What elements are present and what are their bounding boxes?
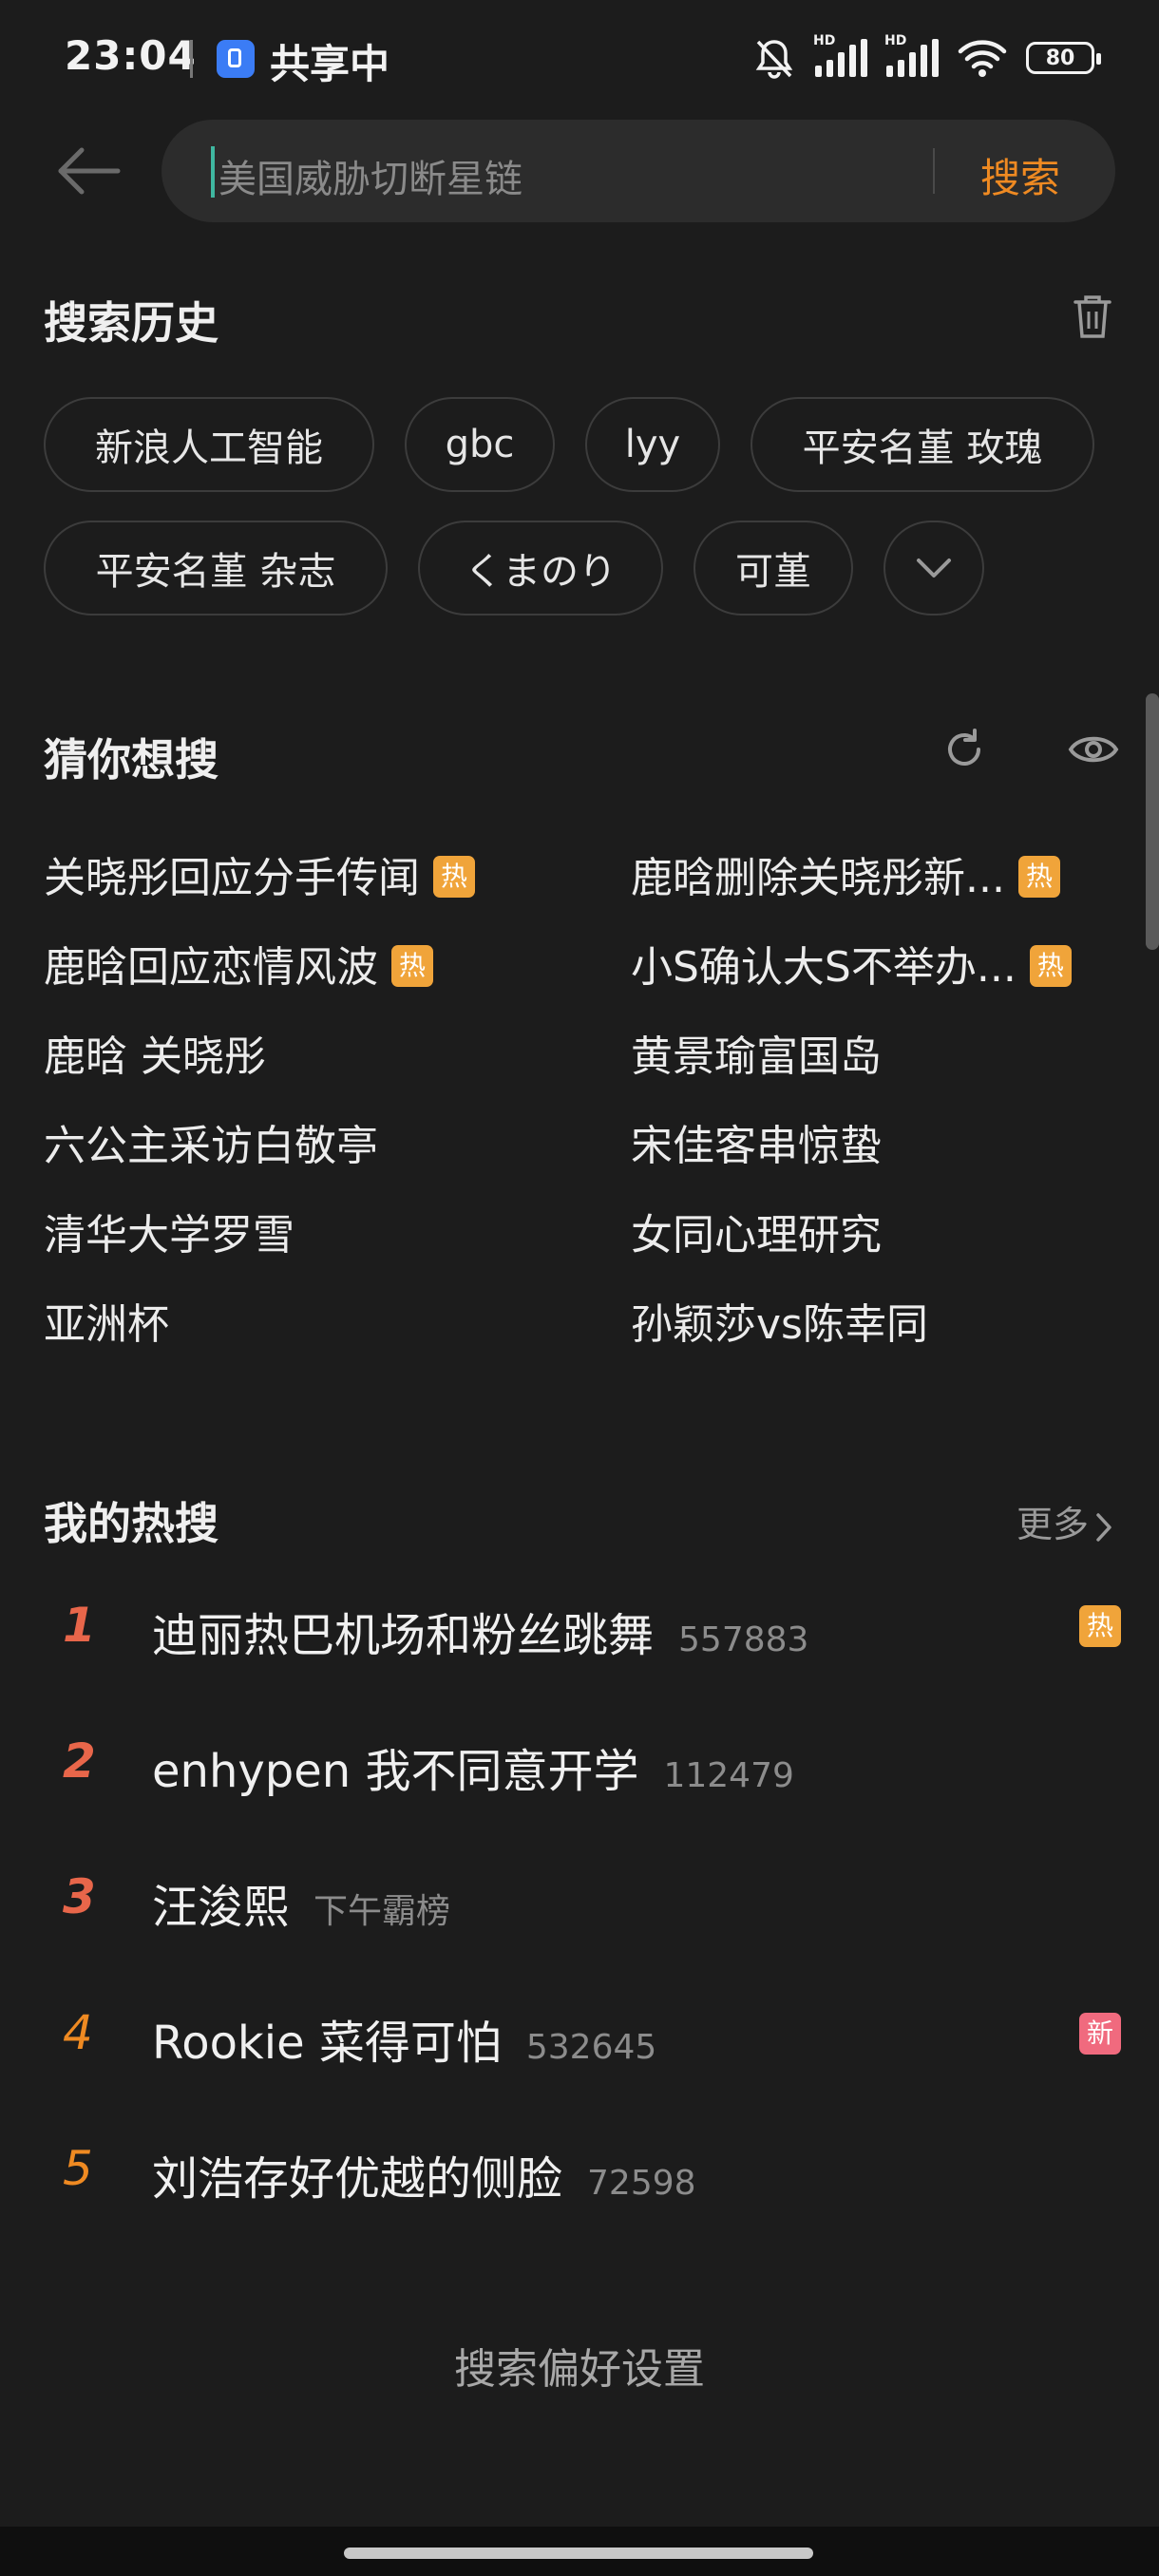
back-arrow-icon[interactable]	[53, 142, 122, 199]
bell-muted-icon	[755, 40, 793, 79]
hot-count: 557883	[678, 1620, 809, 1659]
signal-1-icon: HD	[813, 33, 867, 77]
hot-item-title: enhypen 我不同意开学 112479	[152, 1745, 794, 1798]
wifi-icon	[958, 40, 1007, 77]
rank-number: 3	[63, 1869, 96, 1924]
hot-item-title: 刘浩存好优越的侧脸 72598	[152, 2152, 696, 2206]
history-title: 搜索历史	[44, 297, 218, 349]
battery-icon: 80	[1026, 42, 1101, 74]
search-button[interactable]: 搜索	[980, 146, 1060, 204]
guess-item[interactable]: 关晓彤回应分手传闻热	[44, 843, 475, 904]
trash-icon[interactable]	[1072, 293, 1113, 340]
rank-number: 1	[63, 1598, 96, 1653]
hot-badge: 热	[391, 945, 433, 987]
hot-badge: 热	[1029, 945, 1072, 987]
hot-item-title: Rookie 菜得可怕 532645	[152, 2017, 657, 2070]
rank-number: 2	[63, 1733, 96, 1789]
hot-item-title: 迪丽热巴机场和粉丝跳舞 557883	[152, 1609, 809, 1662]
refresh-icon[interactable]	[940, 726, 988, 773]
history-chip[interactable]: 平安名堇 杂志	[44, 521, 388, 616]
guess-item[interactable]: 女同心理研究	[631, 1201, 882, 1261]
new-badge: 新	[1079, 2013, 1121, 2055]
guess-item[interactable]: 宋佳客串惊蛰	[631, 1111, 882, 1172]
hot-count: 532645	[525, 2028, 657, 2067]
history-chip[interactable]: 平安名堇 玫瑰	[750, 397, 1094, 492]
scrollbar[interactable]	[1146, 693, 1159, 950]
guess-item[interactable]: 黄景瑜富国岛	[631, 1022, 882, 1083]
search-divider	[933, 148, 935, 194]
guess-item[interactable]: 小S确认大S不举办... 热	[631, 933, 1072, 994]
history-chip[interactable]: 可堇	[694, 521, 853, 616]
search-preferences-link[interactable]: 搜索偏好设置	[0, 2335, 1159, 2396]
chevron-right-icon	[1096, 1512, 1112, 1542]
hot-row[interactable]: 5 刘浩存好优越的侧脸 72598	[0, 2120, 1159, 2225]
hot-row[interactable]: 3 汪浚熙 下午霸榜	[0, 1848, 1159, 1953]
guess-item[interactable]: 鹿晗回应恋情风波热	[44, 933, 433, 994]
screen-share-icon	[217, 40, 255, 78]
status-bar: 23:04 共享中 HD HD 80	[0, 0, 1159, 114]
text-cursor	[211, 146, 215, 198]
guess-title: 猜你想搜	[44, 734, 218, 786]
rank-number: 5	[63, 2141, 93, 2196]
status-icons: HD HD 80	[752, 33, 1101, 82]
hot-item-title: 汪浚熙 下午霸榜	[152, 1881, 451, 1934]
guess-item[interactable]: 鹿晗 关晓彤	[44, 1022, 266, 1083]
hot-badge: 热	[433, 856, 475, 898]
history-chip[interactable]: gbc	[405, 397, 555, 492]
hot-row[interactable]: 1 迪丽热巴机场和粉丝跳舞 557883 热	[0, 1577, 1159, 1681]
signal-2-icon: HD	[884, 33, 939, 77]
chevron-down-icon	[917, 559, 951, 578]
status-divider	[190, 40, 193, 78]
guess-item[interactable]: 清华大学罗雪	[44, 1201, 294, 1261]
hot-count: 72598	[587, 2164, 696, 2203]
status-time: 23:04	[65, 32, 197, 79]
guess-item[interactable]: 孙颖莎vs陈幸同	[631, 1290, 928, 1351]
expand-history-button[interactable]	[884, 521, 984, 616]
guess-item[interactable]: 鹿晗删除关晓彤新... 热	[631, 843, 1060, 904]
hot-label: 下午霸榜	[314, 1892, 451, 1931]
hot-title: 我的热搜	[44, 1498, 218, 1549]
share-status-label: 共享中	[270, 41, 390, 87]
more-link[interactable]: 更多	[1016, 1495, 1113, 1547]
history-chip[interactable]: 新浪人工智能	[44, 397, 374, 492]
hot-row[interactable]: 4 Rookie 菜得可怕 532645 新	[0, 1984, 1159, 2089]
history-chip[interactable]: lyy	[585, 397, 720, 492]
home-gesture-handle[interactable]	[344, 2548, 813, 2559]
hot-row[interactable]: 2 enhypen 我不同意开学 112479	[0, 1713, 1159, 1817]
guess-item[interactable]: 亚洲杯	[44, 1290, 169, 1351]
guess-item[interactable]: 六公主采访白敬亭	[44, 1111, 378, 1172]
search-box[interactable]: 美国威胁切断星链 搜索	[162, 120, 1115, 222]
eye-icon[interactable]	[1068, 728, 1119, 771]
search-input[interactable]: 美国威胁切断星链	[218, 148, 522, 203]
hot-badge: 热	[1017, 856, 1060, 898]
hot-badge: 热	[1079, 1605, 1121, 1647]
hot-count: 112479	[663, 1756, 794, 1795]
rank-number: 4	[63, 2005, 93, 2060]
history-chip[interactable]: くまのり	[418, 521, 663, 616]
